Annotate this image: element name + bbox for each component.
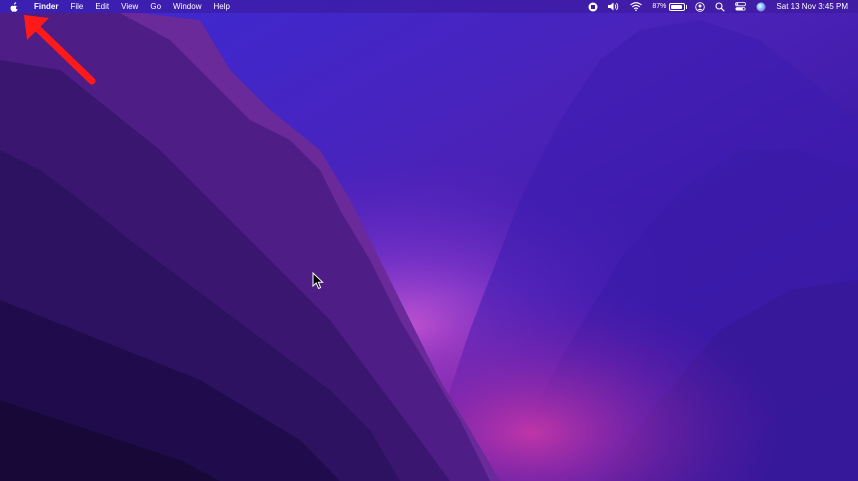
menu-view[interactable]: View: [115, 0, 144, 13]
menu-file[interactable]: File: [64, 0, 89, 13]
search-icon[interactable]: [710, 0, 730, 13]
arrow-shaft: [32, 23, 96, 85]
screen-record-icon[interactable]: [583, 0, 603, 13]
battery-fill: [671, 4, 682, 9]
battery-percent: 87%: [652, 3, 667, 10]
clock[interactable]: Sat 13 Nov 3:45 PM: [771, 0, 858, 13]
desktop[interactable]: Finder File Edit View Go Window Help 87%…: [0, 0, 858, 481]
annotation-arrow: [24, 15, 96, 85]
menu-edit[interactable]: Edit: [89, 0, 115, 13]
battery-status[interactable]: 87%: [647, 0, 690, 13]
volume-icon[interactable]: [603, 0, 625, 13]
menu-bar: Finder File Edit View Go Window Help 87%…: [0, 0, 858, 13]
wifi-icon[interactable]: [625, 0, 647, 13]
user-icon[interactable]: [690, 0, 710, 13]
apple-icon[interactable]: [0, 0, 28, 13]
menu-window[interactable]: Window: [167, 0, 207, 13]
siri-icon[interactable]: [751, 0, 771, 13]
menu-help[interactable]: Help: [207, 0, 235, 13]
wallpaper: [0, 0, 858, 481]
mouse-cursor-icon: [312, 272, 324, 290]
menu-go[interactable]: Go: [144, 0, 167, 13]
battery-icon: [669, 2, 688, 11]
control-center-icon[interactable]: [730, 0, 751, 13]
app-menu-finder[interactable]: Finder: [28, 0, 64, 13]
